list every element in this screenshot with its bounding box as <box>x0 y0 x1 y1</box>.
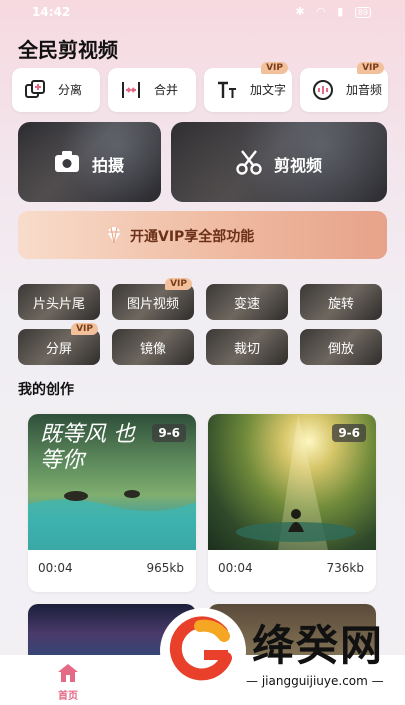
split-icon <box>25 80 45 98</box>
work-size: 736kb <box>326 561 364 575</box>
watermark-url: — jiangguijiuye.com — <box>246 674 384 688</box>
work-size: 965kb <box>146 561 184 575</box>
work-card[interactable]: 9-6 00:04 736kb <box>208 414 376 592</box>
card-background <box>18 122 161 202</box>
diamond-icon <box>107 226 121 244</box>
vip-banner-button[interactable]: 开通VIP享全部功能 <box>18 211 387 259</box>
chip-crop[interactable]: 裁切 <box>206 329 288 365</box>
tool-audio-button[interactable]: 加音频 VIP <box>300 62 388 112</box>
chip-label: 镜像 <box>139 342 166 357</box>
text-icon <box>218 81 236 98</box>
work-date-badge: 9-6 <box>152 424 186 442</box>
watermark-logo <box>160 608 246 694</box>
chip-label: 旋转 <box>327 297 354 312</box>
chip-label: 片头片尾 <box>32 297 85 312</box>
vip-tag: VIP <box>357 62 384 74</box>
tool-merge-button[interactable]: 合并 <box>108 68 196 112</box>
shoot-button[interactable]: 拍摄 <box>18 122 161 202</box>
work-thumbnail: 既等风 也等你 9-6 <box>28 414 196 550</box>
audio-icon <box>313 80 333 100</box>
vip-banner-label: 开通VIP享全部功能 <box>130 229 255 245</box>
chip-mirror[interactable]: 镜像 <box>112 329 194 365</box>
tool-label: 合并 <box>154 83 179 97</box>
work-card[interactable]: 既等风 也等你 9-6 00:04 965kb <box>28 414 196 592</box>
chip-split-screen[interactable]: 分屏 VIP <box>18 323 100 365</box>
bluetooth-icon: ✱ <box>295 5 309 18</box>
status-bar: 14:42 ✱ ◠ ▮ 89 <box>0 0 405 26</box>
watermark: 绛癸网 — jiangguijiuye.com — <box>160 600 405 705</box>
tool-split-button[interactable]: 分离 <box>12 68 100 112</box>
vip-tag: VIP <box>71 323 98 335</box>
chip-label: 倒放 <box>327 342 354 357</box>
chip-label: 变速 <box>233 297 260 312</box>
wifi-icon: ◠ <box>316 5 330 18</box>
battery-indicator: 89 <box>354 7 371 18</box>
vip-tag: VIP <box>165 278 192 290</box>
watermark-url-text: jiangguijiuye.com <box>261 674 368 688</box>
tool-label: 分离 <box>58 83 83 97</box>
tool-text-button[interactable]: 加文字 VIP <box>204 62 292 112</box>
vip-tag: VIP <box>261 62 288 74</box>
home-icon <box>58 664 78 682</box>
work-overlay-text: 既等风 也等你 <box>40 422 135 473</box>
work-duration: 00:04 <box>218 561 253 575</box>
tool-label: 加音频 <box>346 83 383 97</box>
work-duration: 00:04 <box>38 561 73 575</box>
tool-label: 加文字 <box>250 83 287 97</box>
chip-speed[interactable]: 变速 <box>206 284 288 320</box>
edit-video-label: 剪视频 <box>274 156 323 175</box>
tools-row: 分离 合并 加文字 VIP 加音频 VIP <box>12 62 390 112</box>
chip-intro-outro[interactable]: 片头片尾 <box>18 284 100 320</box>
shoot-label: 拍摄 <box>92 156 125 175</box>
logo-g-icon <box>169 616 232 681</box>
chip-photo-video[interactable]: 图片视频 VIP <box>112 278 194 320</box>
chip-rotate[interactable]: 旋转 <box>300 284 382 320</box>
chip-label: 图片视频 <box>126 297 179 312</box>
work-thumbnail: 9-6 <box>208 414 376 550</box>
signal-icon: ▮ <box>337 5 348 18</box>
my-works-title: 我的创作 <box>18 382 74 398</box>
chip-label: 裁切 <box>233 342 260 357</box>
work-date-badge: 9-6 <box>332 424 366 442</box>
status-time: 14:42 <box>32 5 71 19</box>
app-title: 全民剪视频 <box>18 38 118 62</box>
chip-reverse[interactable]: 倒放 <box>300 329 382 365</box>
edit-video-button[interactable]: 剪视频 <box>171 122 387 202</box>
camera-icon <box>55 151 79 172</box>
chip-label: 分屏 <box>45 342 72 357</box>
status-icons: ✱ ◠ ▮ 89 <box>295 5 371 18</box>
watermark-text: 绛癸网 <box>252 621 385 670</box>
merge-icon <box>122 82 140 98</box>
tab-home[interactable]: 首页 <box>40 655 96 705</box>
tab-home-label: 首页 <box>58 691 78 702</box>
scissors-icon <box>236 150 262 175</box>
